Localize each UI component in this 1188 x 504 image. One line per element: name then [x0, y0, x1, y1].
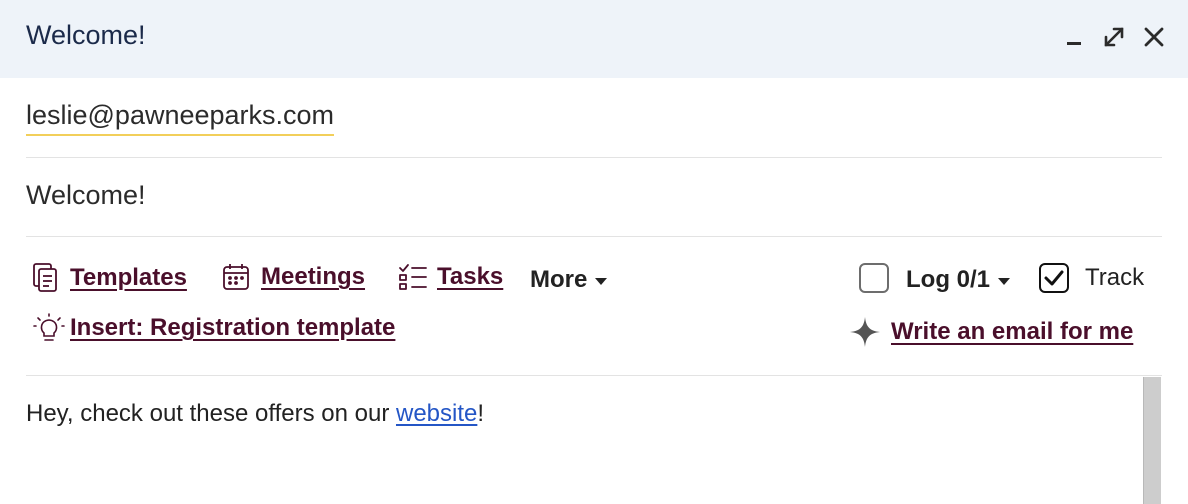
templates-icon: [32, 262, 60, 294]
website-link[interactable]: website: [396, 400, 477, 427]
recipient-value[interactable]: leslie@pawneeparks.com: [26, 100, 335, 136]
subject-field[interactable]: Welcome!: [26, 158, 1162, 237]
log-label: Log 0/1: [906, 266, 991, 293]
title-bar: Welcome!: [0, 0, 1188, 78]
more-label: More: [530, 266, 588, 293]
insert-template-suggestion[interactable]: Insert: Registration template: [32, 312, 395, 344]
expand-icon[interactable]: [1099, 22, 1129, 52]
track-checkbox[interactable]: Track: [1039, 263, 1144, 293]
insert-template-label[interactable]: Insert: Registration template: [70, 314, 395, 342]
track-label: Track: [1085, 264, 1145, 291]
lightbulb-icon: [32, 312, 66, 344]
log-checkbox[interactable]: [859, 263, 889, 293]
close-icon[interactable]: [1139, 22, 1169, 52]
checkmark-icon: [1044, 270, 1064, 286]
log-dropdown[interactable]: Log 0/1: [906, 266, 1011, 294]
tasks-label[interactable]: Tasks: [437, 263, 503, 291]
window-title: Welcome!: [26, 20, 146, 50]
more-dropdown[interactable]: More: [530, 266, 608, 294]
sparkle-icon: [849, 316, 881, 348]
recipient-field[interactable]: leslie@pawneeparks.com: [26, 78, 1162, 158]
track-checkbox-box[interactable]: [1039, 263, 1069, 293]
subject-value[interactable]: Welcome!: [26, 180, 146, 211]
templates-label[interactable]: Templates: [70, 264, 187, 292]
meetings-label[interactable]: Meetings: [261, 263, 365, 291]
write-email-label[interactable]: Write an email for me: [891, 318, 1133, 346]
body-text-before: Hey, check out these offers on our: [26, 400, 396, 427]
templates-button[interactable]: Templates: [32, 262, 187, 294]
email-compose-window: Welcome! leslie@pawneeparks.com Welcome!: [0, 0, 1188, 504]
body-divider: [26, 375, 1162, 376]
chevron-down-icon: [595, 277, 608, 285]
scrollbar[interactable]: [1143, 377, 1161, 504]
meetings-button[interactable]: Meetings: [221, 262, 365, 292]
tasks-button[interactable]: Tasks: [398, 262, 503, 292]
calendar-icon: [221, 262, 251, 292]
body-text-after: !: [477, 400, 485, 427]
chevron-down-icon: [998, 277, 1011, 285]
tasks-icon: [398, 262, 428, 292]
minimize-icon[interactable]: [1059, 22, 1089, 52]
write-email-ai-button[interactable]: Write an email for me: [849, 316, 1133, 348]
log-checkbox-box[interactable]: [859, 263, 889, 293]
email-body[interactable]: Hey, check out these offers on our websi…: [26, 400, 484, 428]
